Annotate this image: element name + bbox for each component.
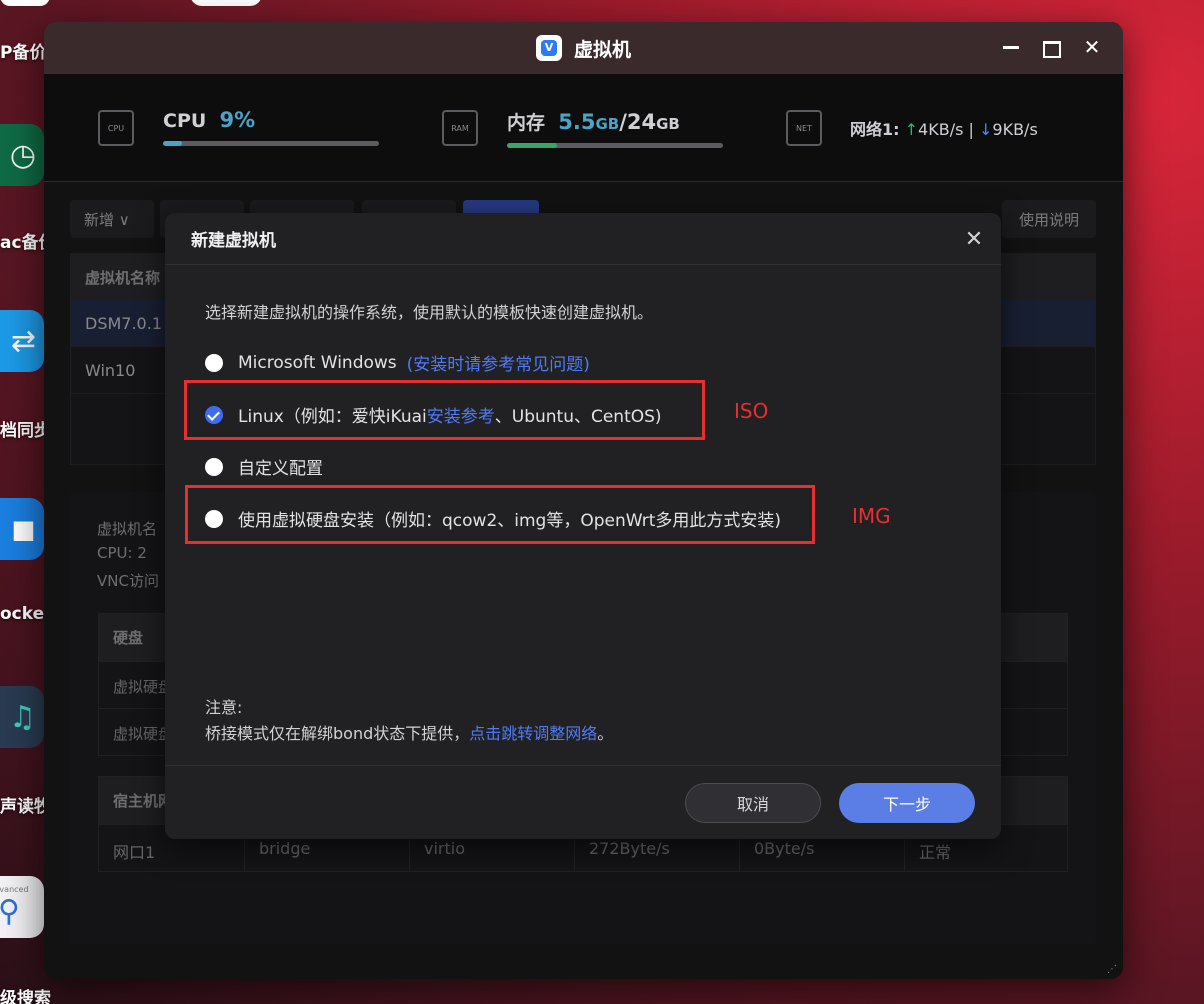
vm-window: V 虚拟机 ✕ CPU CPU 9% RAM 内存 5.5GB/24GB NET… (44, 22, 1123, 979)
option-custom[interactable]: 自定义配置 (205, 454, 323, 479)
dock-tile-partial-2[interactable] (190, 0, 262, 6)
network-icon: NET (786, 110, 822, 146)
soundwave-icon: ♫ (9, 699, 36, 735)
img-highlight-box (185, 485, 815, 544)
dock-tile-timemachine[interactable]: ◷ (0, 124, 44, 186)
ram-icon: RAM (442, 110, 478, 146)
resource-stats: CPU CPU 9% RAM 内存 5.5GB/24GB NET 网络1: ↑4… (44, 74, 1123, 182)
cpu-icon: CPU (98, 110, 134, 146)
option-windows-label: Microsoft Windows (238, 352, 397, 373)
adjust-network-link[interactable]: 点击跳转调整网络 (469, 724, 597, 743)
option-windows[interactable]: Microsoft Windows (安装时请参考常见问题) (205, 350, 590, 375)
window-title: 虚拟机 (573, 38, 631, 61)
dock-tile-audio[interactable]: ♫ (0, 686, 44, 748)
docker-icon: ◼ (11, 511, 36, 547)
dock-tile-search-caption: advanced (0, 885, 29, 894)
magnifier-icon: ⚲ (0, 894, 20, 929)
note-text: 桥接模式仅在解绑bond状态下提供，点击跳转调整网络。 (205, 724, 614, 743)
desktop-dock: P备价 ◷ ac备价 ⇄ 档同步 ◼ ocker ♫ 声读牧 advanced … (0, 0, 56, 1004)
iso-highlight-box (184, 380, 705, 440)
new-vm-dialog: 新建虚拟机 ✕ 选择新建虚拟机的操作系统，使用默认的模板快速创建虚拟机。 Mic… (165, 213, 1001, 839)
close-icon[interactable]: ✕ (1083, 36, 1101, 58)
minimize-icon[interactable] (1003, 36, 1021, 58)
iso-annotation: ISO (734, 399, 769, 423)
dock-tile-docker[interactable]: ◼ (0, 498, 44, 560)
dock-label-advanced-search: 级搜索 (0, 989, 51, 1004)
option-custom-label: 自定义配置 (238, 459, 323, 479)
dialog-close-icon[interactable]: ✕ (963, 229, 985, 251)
resize-grip-icon[interactable]: ⋰ (1107, 964, 1117, 975)
dialog-description: 选择新建虚拟机的操作系统，使用默认的模板快速创建虚拟机。 (205, 303, 654, 322)
install-faq-link[interactable]: (安装时请参考常见问题) (407, 350, 590, 375)
dock-tile-search[interactable]: advanced ⚲ (0, 876, 44, 938)
radio-custom[interactable] (205, 457, 223, 476)
maximize-icon[interactable] (1043, 36, 1061, 58)
img-annotation: IMG (852, 504, 891, 528)
dock-tile-partial[interactable] (0, 0, 50, 6)
dialog-header: 新建虚拟机 (165, 213, 1001, 265)
arrow-up-icon: ↑ (904, 120, 919, 139)
next-button[interactable]: 下一步 (839, 783, 975, 823)
ram-stat: 内存 5.5GB/24GB (507, 110, 680, 134)
network-stat: 网络1: ↑4KB/s | ↓9KB/s (850, 120, 1038, 139)
sync-icon: ⇄ (10, 323, 36, 359)
cpu-stat: CPU 9% (163, 108, 256, 132)
cpu-usage-bar (163, 141, 379, 146)
note-title: 注意: (205, 698, 243, 717)
cancel-button[interactable]: 取消 (685, 783, 821, 823)
window-titlebar[interactable]: V 虚拟机 ✕ (44, 22, 1123, 74)
ram-usage-bar (507, 143, 723, 148)
dialog-title: 新建虚拟机 (191, 231, 276, 251)
vm-app-logo-icon: V (535, 35, 562, 61)
arrow-down-icon: ↓ (979, 120, 993, 139)
dock-label-backup: P备价 (0, 43, 47, 63)
dialog-footer: 取消 下一步 (165, 765, 1001, 839)
dock-tile-sync[interactable]: ⇄ (0, 310, 44, 372)
radio-windows[interactable] (205, 353, 223, 372)
clock-icon: ◷ (9, 137, 36, 173)
